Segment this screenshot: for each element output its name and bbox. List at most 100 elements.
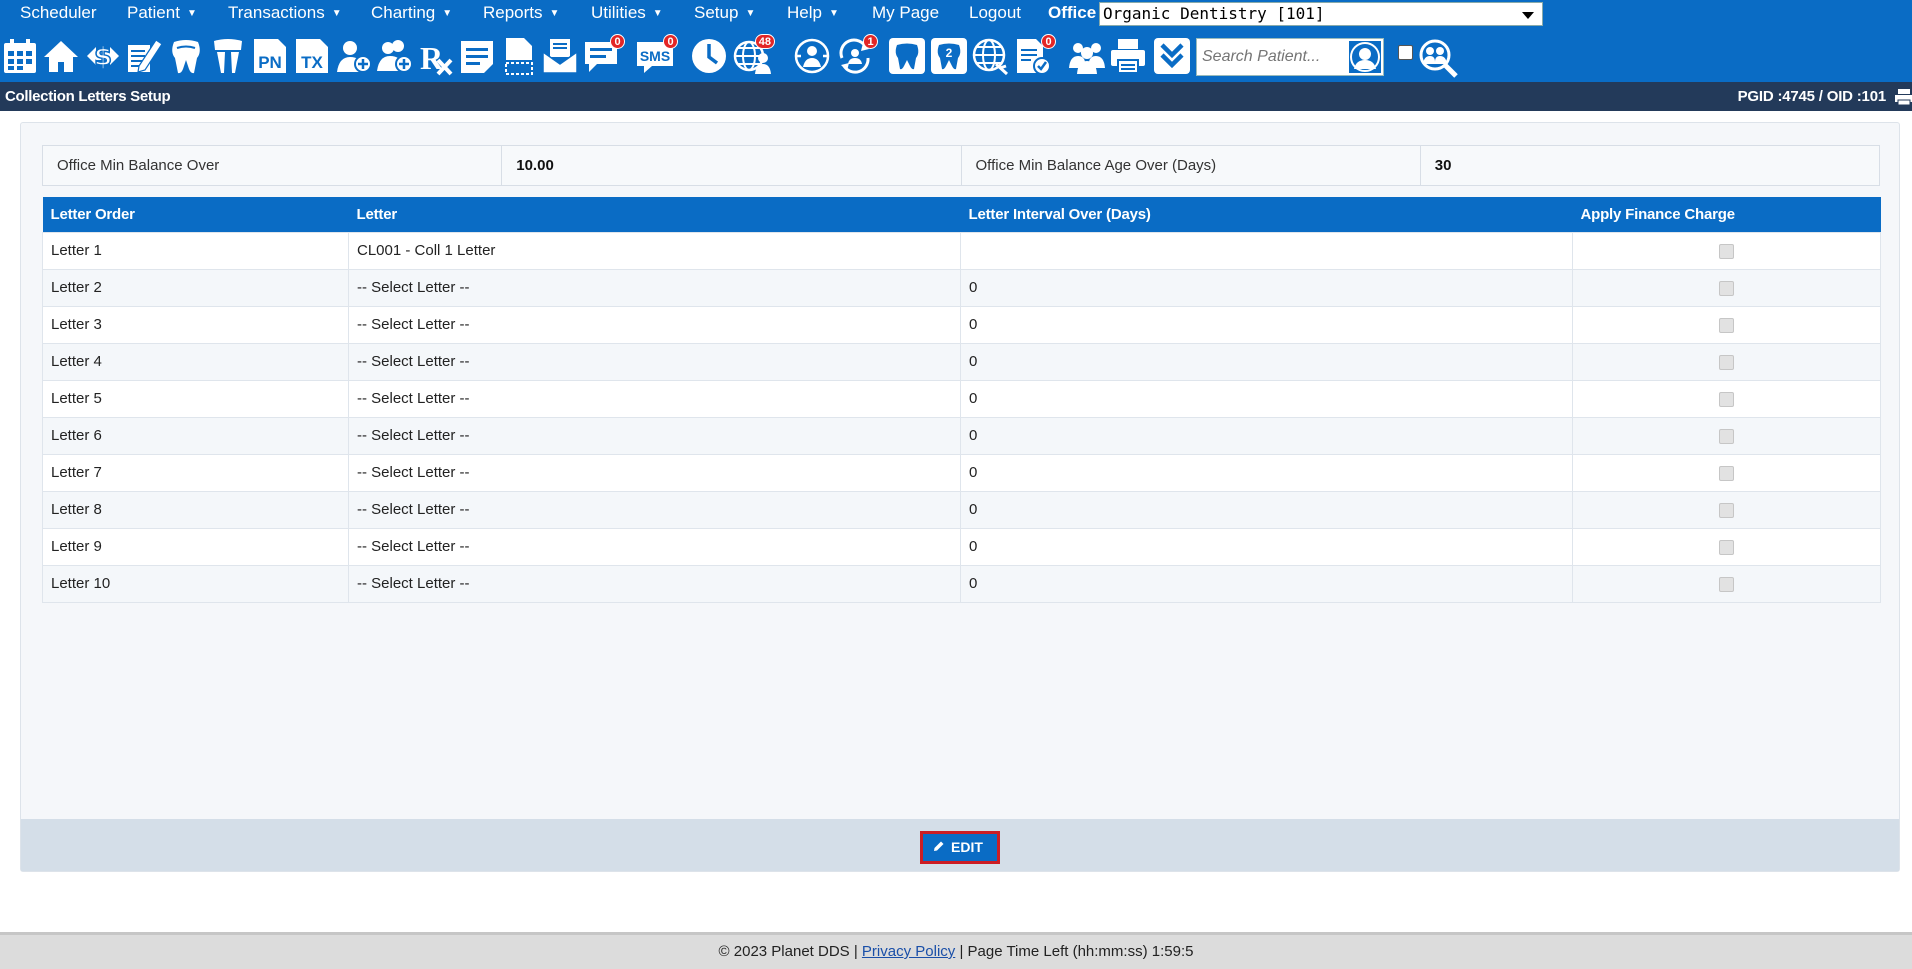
group-icon[interactable] [1068,36,1106,76]
edit-form-icon[interactable] [125,36,163,76]
column-header-interval: Letter Interval Over (Days) [960,197,1573,232]
menu-reports[interactable]: Reports ▼ [483,0,559,26]
letter-interval-cell: 0 [960,379,1573,418]
tooth-2-icon-number: 2 [946,46,953,60]
letter-select-cell: -- Select Letter -- [348,342,961,381]
menu-scheduler[interactable]: Scheduler [20,0,97,26]
app-window: Scheduler Patient ▼ Transactions ▼ Chartin… [0,0,1912,969]
menu-transactions[interactable]: Transactions ▼ [228,0,342,26]
finance-charge-checkbox[interactable] [1719,317,1734,333]
finance-charge-cell [1572,231,1881,270]
dropdown-arrow-icon [1522,12,1534,19]
letter-interval-cell: 0 [960,527,1573,566]
patient-search-input[interactable] [1197,39,1347,75]
menu-patient[interactable]: Patient ▼ [127,0,197,26]
practice-ids: PGID :4745 / OID :101 [1737,88,1887,105]
caret-down-icon: ▼ [828,8,839,19]
document-icon[interactable] [500,36,538,76]
letter-select-cell: -- Select Letter -- [348,453,961,492]
globe-network-icon[interactable] [972,36,1010,76]
tx-icon-text: TX [301,53,323,72]
office-select[interactable]: Organic Dentistry [101] [1099,2,1543,26]
edit-button-label: EDIT [951,839,983,855]
caret-down-icon: ▼ [186,8,197,19]
menu-utilities[interactable]: Utilities ▼ [591,0,663,26]
letter-order-cell: Letter 9 [42,527,349,566]
letter-order-cell: Letter 2 [42,268,349,307]
chevrons-down-icon[interactable] [1153,36,1191,76]
print-page-icon[interactable] [1894,88,1912,106]
finance-charge-checkbox[interactable] [1719,354,1734,370]
letter-order-cell: Letter 10 [42,564,349,603]
finance-charge-checkbox[interactable] [1719,243,1734,259]
finance-charge-cell [1572,453,1881,492]
table-row: Letter 4 -- Select Letter -- 0 [42,342,1881,381]
copyright-text: © 2023 Planet DDS | [718,943,858,960]
menu-logout[interactable]: Logout [969,0,1021,26]
tooth-2-icon[interactable]: 2 [930,36,968,76]
collection-letters-panel: Office Min Balance Over 10.00 Office Min… [20,122,1900,872]
collection-letters-table: Letter Order Letter Letter Interval Over… [42,197,1881,603]
letter-interval-cell: 0 [960,453,1573,492]
office-select-value: Organic Dentistry [101] [1103,4,1325,23]
pn-icon[interactable]: PN [251,36,289,76]
finance-charge-checkbox[interactable] [1719,280,1734,296]
globe-user-icon[interactable]: 48 [733,34,775,76]
finance-charge-cell [1572,305,1881,344]
letter-order-cell: Letter 8 [42,490,349,529]
tx-icon[interactable]: TX [293,36,331,76]
group-search-icon[interactable] [1418,38,1458,78]
finance-charge-checkbox[interactable] [1719,539,1734,555]
sms-icon[interactable]: SMS 0 [636,34,678,76]
column-header-letter: Letter [348,197,961,232]
tooth-outline-icon[interactable] [888,36,926,76]
letter-order-cell: Letter 1 [42,231,349,270]
rx-icon[interactable]: R [417,36,455,76]
letter-select-cell: -- Select Letter -- [348,490,961,529]
dollar-icon[interactable]: $ [84,36,122,76]
document-check-icon[interactable]: 0 [1014,34,1056,76]
globe-user-badge: 48 [754,34,775,49]
letter-order-cell: Letter 4 [42,342,349,381]
finance-charge-checkbox[interactable] [1719,502,1734,518]
caret-down-icon: ▼ [331,8,342,19]
menu-my-page[interactable]: My Page [872,0,939,26]
finance-charge-checkbox[interactable] [1719,576,1734,592]
letter-interval-cell [960,231,1573,270]
caret-down-icon: ▼ [652,8,663,19]
search-option-checkbox[interactable] [1398,45,1413,60]
table-row: Letter 8 -- Select Letter -- 0 [42,490,1881,529]
table-row: Letter 9 -- Select Letter -- 0 [42,527,1881,566]
printer-icon[interactable] [1109,36,1147,76]
clock-icon[interactable] [690,36,728,76]
calendar-icon[interactable] [1,36,39,76]
finance-charge-cell [1572,416,1881,455]
page-footer: © 2023 Planet DDS | Privacy Policy | Pag… [0,932,1912,969]
teeth-icon[interactable] [209,36,247,76]
finance-charge-cell [1572,490,1881,529]
finance-charge-checkbox[interactable] [1719,428,1734,444]
add-patient-icon[interactable] [335,36,373,76]
action-bar: EDIT [21,819,1899,871]
letter-order-cell: Letter 6 [42,416,349,455]
finance-charge-checkbox[interactable] [1719,465,1734,481]
globe-support-icon[interactable] [793,36,831,76]
privacy-policy-link[interactable]: Privacy Policy [862,943,955,960]
sync-user-icon[interactable]: 1 [836,34,878,76]
menu-help[interactable]: Help ▼ [787,0,839,26]
tooth-icon[interactable] [167,36,205,76]
chat-icon[interactable]: 0 [583,34,625,76]
finance-charge-checkbox[interactable] [1719,391,1734,407]
column-header-letter-order: Letter Order [42,197,349,232]
letter-order-cell: Letter 3 [42,305,349,344]
menu-charting[interactable]: Charting ▼ [371,0,452,26]
mail-icon[interactable] [541,36,579,76]
add-patients-icon[interactable] [376,36,414,76]
patient-search-user-icon[interactable] [1347,39,1383,75]
toolbar: $ PN TX R 0 SMS 0 48 1 2 0 [0,32,1912,82]
edit-button[interactable]: EDIT [920,831,1000,864]
home-icon[interactable] [42,36,80,76]
menu-setup[interactable]: Setup ▼ [694,0,755,26]
table-row: Letter 6 -- Select Letter -- 0 [42,416,1881,455]
notes-icon[interactable] [458,36,496,76]
